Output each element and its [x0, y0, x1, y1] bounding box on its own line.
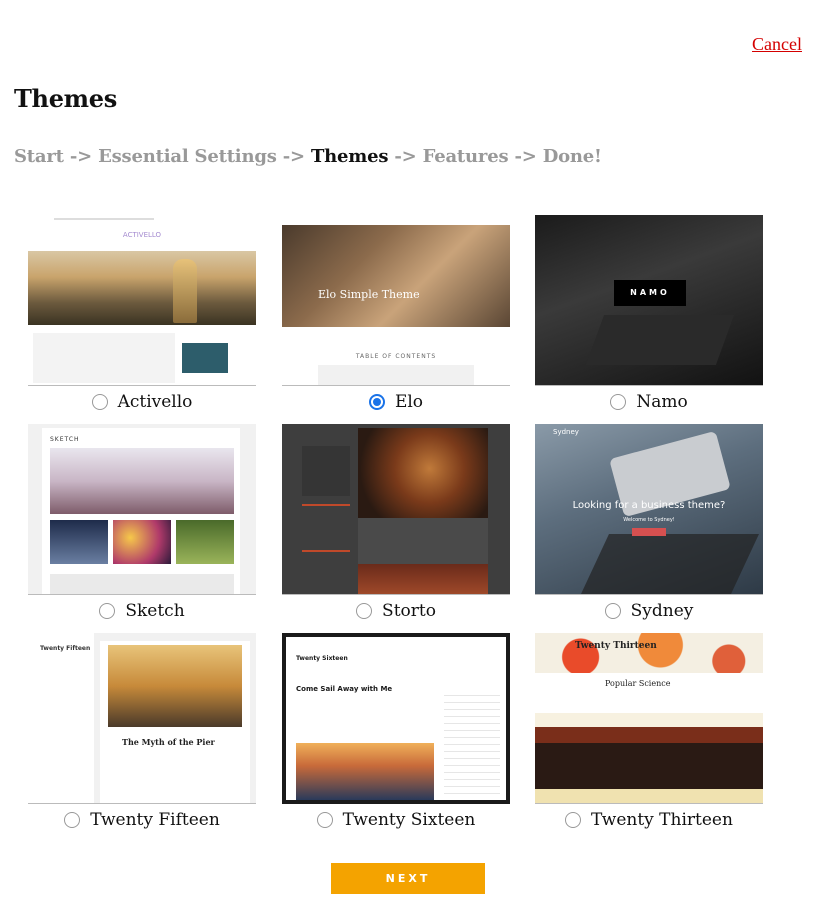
theme-option-storto[interactable]: Storto — [282, 595, 510, 627]
theme-option-twenty-fifteen[interactable]: Twenty Fifteen — [28, 804, 256, 836]
step-start: Start — [14, 146, 64, 167]
preview-subtitle: Welcome to Sydney! — [623, 517, 675, 523]
radio-namo[interactable] — [610, 394, 627, 410]
theme-card-storto[interactable]: Storto — [282, 424, 510, 627]
theme-card-activello[interactable]: ACTIVELLO Activello — [28, 215, 256, 418]
theme-label: Elo — [394, 392, 424, 412]
theme-option-twenty-sixteen[interactable]: Twenty Sixteen — [282, 804, 510, 836]
next-button[interactable]: NEXT — [331, 863, 485, 894]
theme-label: Sydney — [630, 601, 694, 621]
theme-label: Namo — [636, 392, 688, 412]
radio-twenty-fifteen[interactable] — [64, 812, 81, 828]
theme-label: Twenty Thirteen — [591, 810, 733, 830]
preview-site-title: Twenty Sixteen — [296, 655, 348, 662]
theme-preview-sketch: SKETCH — [28, 424, 256, 595]
preview-toc: TABLE OF CONTENTS — [355, 353, 437, 360]
theme-option-sydney[interactable]: Sydney — [535, 595, 763, 627]
theme-option-twenty-thirteen[interactable]: Twenty Thirteen — [535, 804, 763, 836]
theme-option-activello[interactable]: Activello — [28, 386, 256, 418]
step-features: Features — [422, 146, 509, 167]
theme-card-elo[interactable]: Elo Simple Theme TABLE OF CONTENTS Elo — [282, 215, 510, 418]
radio-storto[interactable] — [356, 603, 373, 619]
theme-preview-twenty-sixteen: Twenty Sixteen Come Sail Away with Me — [282, 633, 510, 804]
step-separator: -> — [276, 146, 311, 167]
preview-post-title: Popular Science — [605, 679, 671, 688]
radio-twenty-thirteen[interactable] — [565, 812, 582, 828]
theme-card-twenty-sixteen[interactable]: Twenty Sixteen Come Sail Away with Me Tw… — [282, 633, 510, 836]
theme-preview-elo: Elo Simple Theme TABLE OF CONTENTS — [282, 215, 510, 386]
theme-label: Twenty Fifteen — [90, 810, 220, 830]
step-separator: -> — [63, 146, 99, 167]
theme-preview-namo: NAMO — [535, 215, 763, 386]
theme-preview-sydney: Sydney Looking for a business theme? Wel… — [535, 424, 763, 595]
theme-option-sketch[interactable]: Sketch — [28, 595, 256, 627]
step-separator: -> — [388, 146, 423, 167]
theme-preview-twenty-thirteen: Twenty Thirteen Popular Science — [535, 633, 763, 804]
preview-heading: Elo Simple Theme — [318, 288, 420, 301]
step-essential-settings: Essential Settings — [98, 146, 277, 167]
preview-site-title: Twenty Fifteen — [40, 645, 91, 652]
radio-sketch[interactable] — [99, 603, 116, 619]
preview-post-title: Come Sail Away with Me — [296, 685, 393, 693]
step-themes-current: Themes — [310, 146, 389, 167]
theme-option-elo[interactable]: Elo — [282, 386, 510, 418]
step-done: Done! — [542, 146, 602, 167]
preview-logo: Sydney — [553, 428, 579, 436]
theme-label: Storto — [382, 601, 436, 621]
page-title: Themes — [14, 84, 117, 113]
theme-preview-twenty-fifteen: Twenty Fifteen The Myth of the Pier — [28, 633, 256, 804]
theme-preview-storto — [282, 424, 510, 595]
theme-label: Activello — [117, 392, 193, 412]
theme-preview-activello: ACTIVELLO — [28, 215, 256, 386]
theme-option-namo[interactable]: Namo — [535, 386, 763, 418]
preview-headline: Looking for a business theme? — [572, 500, 726, 511]
breadcrumb: Start -> Essential Settings -> Themes ->… — [14, 146, 602, 167]
preview-logo: NAMO — [630, 288, 670, 297]
cancel-link[interactable]: Cancel — [752, 34, 802, 55]
theme-card-namo[interactable]: NAMO Namo — [535, 215, 763, 418]
radio-elo[interactable] — [368, 394, 385, 410]
theme-label: Sketch — [125, 601, 185, 621]
preview-logo: SKETCH — [50, 436, 80, 443]
theme-card-sydney[interactable]: Sydney Looking for a business theme? Wel… — [535, 424, 763, 627]
radio-twenty-sixteen[interactable] — [316, 812, 333, 828]
preview-logo: ACTIVELLO — [122, 231, 162, 239]
radio-activello[interactable] — [91, 394, 108, 410]
theme-label: Twenty Sixteen — [342, 810, 476, 830]
theme-card-twenty-thirteen[interactable]: Twenty Thirteen Popular Science Twenty T… — [535, 633, 763, 836]
preview-post-title: The Myth of the Pier — [122, 737, 215, 747]
theme-card-twenty-fifteen[interactable]: Twenty Fifteen The Myth of the Pier Twen… — [28, 633, 256, 836]
step-separator: -> — [508, 146, 543, 167]
radio-sydney[interactable] — [604, 603, 621, 619]
theme-card-sketch[interactable]: SKETCH Sketch — [28, 424, 256, 627]
preview-site-title: Twenty Thirteen — [575, 641, 657, 651]
